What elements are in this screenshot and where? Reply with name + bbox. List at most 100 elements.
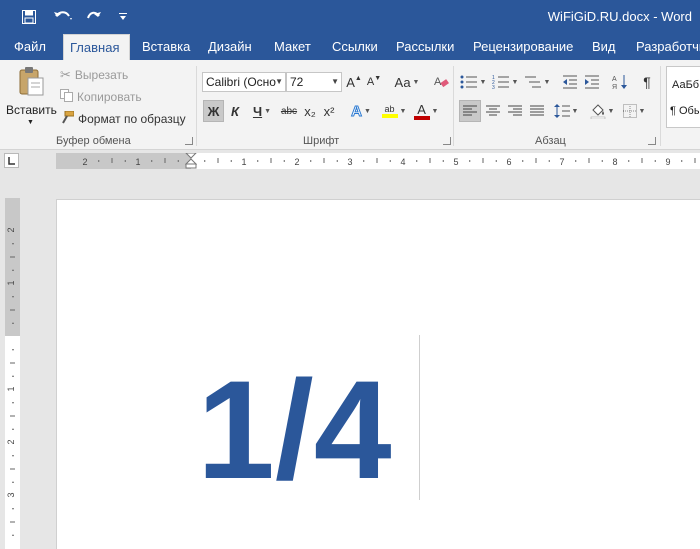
align-right-icon[interactable] xyxy=(505,100,525,122)
align-left-icon xyxy=(463,105,477,116)
show-formatting-marks-icon[interactable]: ¶ xyxy=(638,71,656,93)
font-color-button[interactable]: А ▼ xyxy=(412,100,440,122)
ruler-tick xyxy=(482,158,484,163)
format-painter-button[interactable]: Формат по образцу xyxy=(60,110,186,127)
ruler-tick xyxy=(601,160,603,162)
line-spacing-button[interactable]: ▼ xyxy=(551,100,581,122)
tab-view[interactable]: Вид xyxy=(586,34,622,60)
chevron-down-icon: ▼ xyxy=(412,78,420,86)
title-bar: WiFiGiD.RU.docx - Word xyxy=(0,0,700,34)
ruler-number: 7 xyxy=(559,157,564,167)
svg-text:A: A xyxy=(434,76,442,88)
grow-font-icon[interactable]: A ▲ xyxy=(346,71,362,93)
align-left-button[interactable] xyxy=(459,100,481,122)
paste-button[interactable]: Вставить ▼ xyxy=(4,64,57,130)
clipboard-launcher-icon[interactable] xyxy=(185,137,193,145)
clipboard-group-label: Буфер обмена xyxy=(56,135,131,147)
ruler-tick xyxy=(469,160,471,162)
underline-button[interactable]: Ч ▼ xyxy=(248,100,276,122)
strikethrough-button[interactable]: abc xyxy=(278,100,300,122)
bullets-button[interactable]: ▼ xyxy=(458,71,488,93)
numbering-button[interactable]: 1 2 3 ▼ xyxy=(490,71,520,93)
tab-mailings[interactable]: Рассылки xyxy=(390,34,460,60)
ruler-tick xyxy=(429,158,431,163)
svg-text:A: A xyxy=(612,76,617,83)
sort-icon[interactable]: AЯ xyxy=(610,71,630,93)
shading-button[interactable]: ▼ xyxy=(588,100,616,122)
ruler-tick xyxy=(12,455,14,457)
font-size-field[interactable]: 72 ▼ xyxy=(286,72,342,92)
italic-button[interactable]: К xyxy=(228,100,242,122)
ruler-tick xyxy=(10,362,15,364)
align-center-icon[interactable] xyxy=(483,100,503,122)
tab-home[interactable]: Главная xyxy=(63,34,130,60)
redo-icon[interactable] xyxy=(84,8,104,26)
superscript-button[interactable]: x² xyxy=(321,100,337,122)
multilevel-list-button[interactable]: ▼ xyxy=(522,71,552,93)
tab-file[interactable]: Файл xyxy=(8,34,52,60)
copy-button[interactable]: Копировать xyxy=(60,89,142,105)
decrease-indent-icon[interactable] xyxy=(560,71,580,93)
ruler-tick xyxy=(389,160,391,162)
undo-icon[interactable] xyxy=(50,8,78,26)
bullets-icon xyxy=(460,75,477,89)
chevron-down-icon: ▼ xyxy=(571,107,579,115)
ruler-tick xyxy=(495,160,497,162)
indent-marker[interactable] xyxy=(184,152,198,172)
ruler-tick xyxy=(12,375,14,377)
vertical-ruler[interactable]: 2 1 1 2 3 xyxy=(5,198,20,549)
copy-icon xyxy=(60,89,73,105)
paragraph-launcher-icon[interactable] xyxy=(648,137,656,145)
chevron-down-icon: ▼ xyxy=(638,107,646,115)
ruler-tick xyxy=(323,158,325,163)
ruler-tick xyxy=(12,481,14,483)
font-launcher-icon[interactable] xyxy=(443,137,451,145)
group-divider xyxy=(660,66,661,146)
tab-references[interactable]: Ссылки xyxy=(326,34,384,60)
ruler-number: 1 xyxy=(6,386,16,391)
numbering-icon: 123 xyxy=(492,75,509,89)
vertical-ruler-ticks: 2 1 1 2 3 xyxy=(6,227,16,536)
ruler-tick xyxy=(10,309,15,311)
ruler-number: 3 xyxy=(6,492,16,497)
ruler-tick xyxy=(10,415,15,417)
ruler-tick xyxy=(548,160,550,162)
ruler-tick xyxy=(151,160,153,162)
tab-review[interactable]: Рецензирование xyxy=(467,34,579,60)
justify-icon[interactable] xyxy=(527,100,547,122)
highlight-button[interactable]: ab ▼ xyxy=(379,100,409,122)
ruler-tick xyxy=(575,160,577,162)
tab-insert[interactable]: Вставка xyxy=(136,34,196,60)
paste-dropdown-icon[interactable]: ▼ xyxy=(27,119,34,126)
save-icon[interactable] xyxy=(20,8,38,26)
tab-design[interactable]: Дизайн xyxy=(202,34,258,60)
ruler-number: 2 xyxy=(6,227,16,232)
horizontal-ruler[interactable]: 2 1 1 2 3 4 5 6 7 8 9 xyxy=(56,152,700,172)
tab-developer[interactable]: Разработчик xyxy=(630,34,700,60)
change-case-label: Аа xyxy=(394,74,411,90)
subscript-button[interactable]: x₂ xyxy=(302,100,318,122)
clear-formatting-icon[interactable]: A xyxy=(432,71,450,93)
ruler-tick xyxy=(376,158,378,163)
customize-icon[interactable] xyxy=(116,8,130,26)
cut-button[interactable]: ✂ Вырезать xyxy=(60,67,128,83)
tab-layout[interactable]: Макет xyxy=(268,34,317,60)
document-page[interactable]: 1/4 xyxy=(56,199,700,549)
styles-gallery[interactable]: АаБбВ ¶ Обы xyxy=(666,66,700,128)
borders-button[interactable]: ▼ xyxy=(620,100,648,122)
font-name-field[interactable]: Calibri (Осно ▼ xyxy=(202,72,286,92)
ruler-number: 1 xyxy=(241,157,246,167)
scissors-icon: ✂ xyxy=(60,67,71,82)
ruler-tick xyxy=(111,158,113,163)
increase-indent-icon[interactable] xyxy=(582,71,602,93)
tab-selector[interactable] xyxy=(4,153,19,168)
text-boundary-guide xyxy=(419,335,420,500)
shrink-font-icon[interactable]: A ▼ xyxy=(366,71,382,93)
bold-button[interactable]: Ж xyxy=(203,100,224,122)
change-case-button[interactable]: Аа ▼ xyxy=(392,71,422,93)
text-effects-button[interactable]: A ▼ xyxy=(349,100,373,122)
document-text[interactable]: 1/4 xyxy=(197,350,392,510)
ruler-tick xyxy=(12,322,14,324)
ruler-tick xyxy=(10,256,15,258)
chevron-down-icon: ▼ xyxy=(331,77,339,86)
